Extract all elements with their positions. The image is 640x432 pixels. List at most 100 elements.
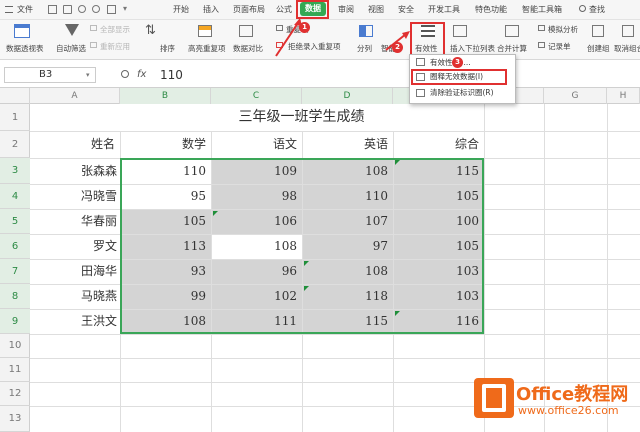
- simulate-icon: [538, 25, 545, 31]
- consolidate-icon: [505, 25, 519, 37]
- column-header[interactable]: H: [607, 88, 640, 104]
- split-icon: [359, 25, 373, 37]
- watermark-title: Office教程网: [516, 384, 629, 405]
- row-header[interactable]: 8: [0, 284, 30, 309]
- menu-special[interactable]: 特色功能: [475, 4, 507, 15]
- header-cell[interactable]: 数学: [120, 131, 211, 158]
- watermark: Office教程网 www.office26.com: [474, 376, 636, 428]
- group-icon: [592, 25, 604, 37]
- column-header[interactable]: D: [302, 88, 393, 104]
- simulate-button[interactable]: 模拟分析: [548, 24, 578, 35]
- student-name[interactable]: 张森森: [30, 158, 120, 184]
- menu-file[interactable]: 文件: [17, 4, 33, 15]
- header-cell[interactable]: 综合: [393, 131, 484, 158]
- insert-dropdown-icon: [453, 25, 467, 37]
- corner-select-all[interactable]: [0, 88, 30, 104]
- row-header[interactable]: 7: [0, 259, 30, 284]
- name-box[interactable]: B3: [4, 67, 96, 83]
- undo-icon[interactable]: [78, 5, 86, 13]
- print-icon[interactable]: [63, 5, 72, 14]
- autofilter-button[interactable]: 自动筛选: [56, 43, 86, 54]
- ribbon-toolbar: 数据透视表 自动筛选 全部显示 重新应用 ⇅ 排序 高亮重复项 数据对比 重复项…: [0, 20, 640, 60]
- ungroup-icon: [622, 25, 634, 37]
- reapply-icon: [90, 42, 97, 48]
- menu-clear-circles[interactable]: 清除验证标识圈(R): [410, 86, 515, 100]
- arrow-to-data-tab: [275, 18, 302, 57]
- formula-bar: B3 ▾ fx 110: [0, 60, 640, 88]
- group-button[interactable]: 创建组: [587, 43, 610, 54]
- column-headers: A B C D E F G H: [0, 88, 640, 104]
- zoom-icon[interactable]: [121, 70, 129, 78]
- quick-access-icon[interactable]: [107, 5, 116, 14]
- insert-dropdown-button[interactable]: 插入下拉列表: [450, 43, 495, 54]
- chevron-down-icon[interactable]: ▾: [86, 71, 90, 79]
- row-header[interactable]: 1: [0, 104, 30, 131]
- row-header[interactable]: 13: [0, 406, 30, 432]
- row-header[interactable]: 6: [0, 234, 30, 259]
- menu-start[interactable]: 开始: [173, 4, 189, 15]
- menu-search[interactable]: 查找: [589, 4, 605, 15]
- compare-icon: [239, 25, 253, 37]
- student-name[interactable]: 王洪文: [30, 309, 120, 334]
- ungroup-button[interactable]: 取消组合: [614, 43, 640, 54]
- redo-icon[interactable]: [92, 5, 100, 13]
- menu-security[interactable]: 安全: [398, 4, 414, 15]
- student-name[interactable]: 冯晓雪: [30, 184, 120, 209]
- header-cell[interactable]: 姓名: [30, 131, 120, 158]
- show-all-button[interactable]: 全部显示: [100, 24, 130, 35]
- header-cell[interactable]: 语文: [211, 131, 302, 158]
- column-header[interactable]: G: [544, 88, 607, 104]
- row-header[interactable]: 3: [0, 158, 30, 184]
- save-icon[interactable]: [48, 5, 57, 14]
- watermark-url: www.office26.com: [518, 404, 619, 417]
- pivot-table-icon: [14, 24, 30, 38]
- student-name[interactable]: 田海华: [30, 259, 120, 284]
- row-header[interactable]: 5: [0, 209, 30, 234]
- formula-input[interactable]: 110: [160, 68, 183, 82]
- selection-range: [120, 158, 484, 334]
- office-logo-icon: [474, 378, 514, 418]
- menu-smart-toolbox[interactable]: 智能工具箱: [522, 4, 562, 15]
- student-name[interactable]: 华春丽: [30, 209, 120, 234]
- highlight-dup-button[interactable]: 高亮重复项: [188, 43, 226, 54]
- more-icon[interactable]: ▾: [123, 4, 127, 13]
- filter-icon: [65, 24, 79, 36]
- row-headers: 1 2 3 4 5 6 7 8 9 10 11 12 13: [0, 104, 30, 432]
- sort-button[interactable]: 排序: [160, 43, 175, 54]
- row-header[interactable]: 4: [0, 184, 30, 209]
- split-column-button[interactable]: 分列: [357, 43, 372, 54]
- consolidate-button[interactable]: 合并计算: [497, 43, 527, 54]
- menu-dev-tools[interactable]: 开发工具: [428, 4, 460, 15]
- show-all-icon: [90, 25, 97, 31]
- column-header[interactable]: C: [211, 88, 302, 104]
- highlight-dup-icon: [198, 25, 212, 37]
- sort-icon: ⇅: [145, 23, 156, 38]
- arrow-to-validation: [385, 31, 410, 51]
- column-header[interactable]: B: [120, 88, 211, 104]
- pivot-table-button[interactable]: 数据透视表: [6, 43, 44, 54]
- menu-review[interactable]: 审阅: [338, 4, 354, 15]
- record-button[interactable]: 记录单: [548, 41, 571, 52]
- compare-button[interactable]: 数据对比: [233, 43, 263, 54]
- column-header[interactable]: A: [30, 88, 120, 104]
- student-name[interactable]: 马晓燕: [30, 284, 120, 309]
- menu-insert[interactable]: 插入: [203, 4, 219, 15]
- fx-label[interactable]: fx: [137, 69, 146, 80]
- menu-formula[interactable]: 公式: [276, 4, 292, 15]
- student-name[interactable]: 罗文: [30, 234, 120, 259]
- hamburger-icon[interactable]: [5, 6, 13, 13]
- row-header[interactable]: 10: [0, 334, 30, 358]
- reapply-button[interactable]: 重新应用: [100, 41, 130, 52]
- row-header[interactable]: 2: [0, 131, 30, 158]
- row-header[interactable]: 9: [0, 309, 30, 334]
- step-badge: 3: [452, 57, 463, 68]
- sheet-title: 三年级一班学生成绩: [238, 109, 365, 125]
- menu-view[interactable]: 视图: [368, 4, 384, 15]
- row-header[interactable]: 11: [0, 358, 30, 382]
- search-icon[interactable]: [579, 5, 586, 12]
- record-icon: [538, 42, 545, 48]
- header-cell[interactable]: 英语: [302, 131, 393, 158]
- row-header[interactable]: 12: [0, 382, 30, 406]
- menu-page-layout[interactable]: 页面布局: [233, 4, 265, 15]
- highlight-circle-invalid: [411, 69, 507, 85]
